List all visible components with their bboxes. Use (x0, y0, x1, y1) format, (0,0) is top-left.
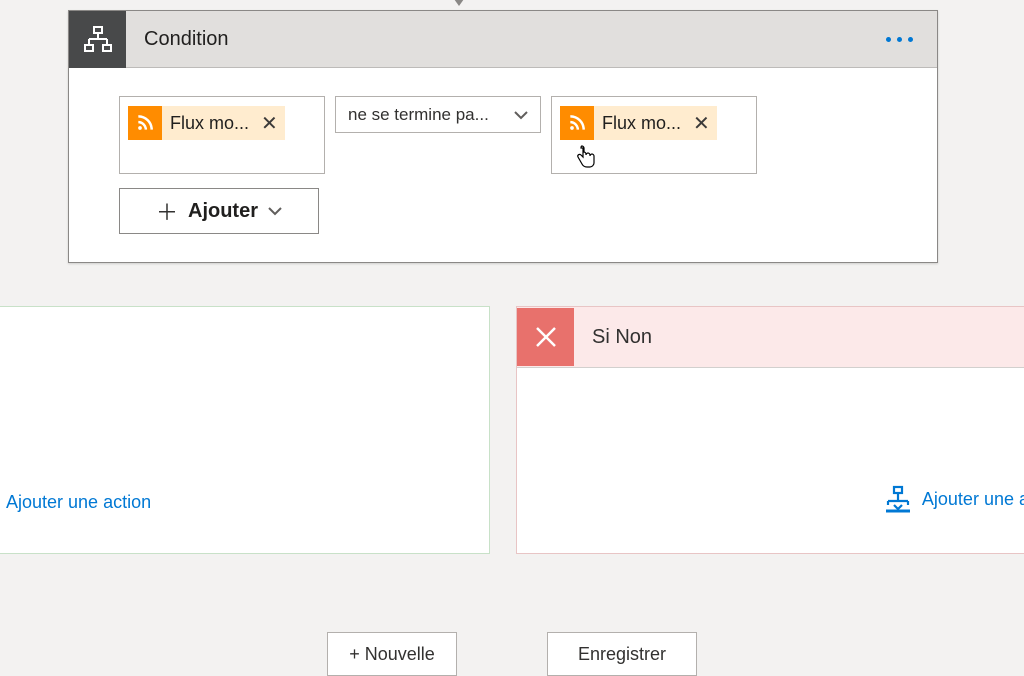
rss-icon (128, 106, 162, 140)
add-action-link-no[interactable]: Ajouter une actio (884, 485, 1024, 513)
operator-label: ne se termine pa... (348, 105, 489, 125)
chip-label: Flux mo... (602, 113, 681, 134)
dynamic-content-chip[interactable]: Flux mo... ✕ (128, 106, 285, 140)
dynamic-content-chip[interactable]: Flux mo... ✕ (560, 106, 717, 140)
if-no-header[interactable]: Si Non (517, 307, 1024, 367)
if-no-branch: Si Non Ajouter une actio (516, 306, 1024, 554)
add-action-label: Ajouter une action (6, 492, 151, 513)
add-action-icon (884, 485, 912, 513)
more-options-icon[interactable] (886, 37, 937, 42)
condition-operator-dropdown[interactable]: ne se termine pa... (335, 96, 541, 133)
rss-icon (560, 106, 594, 140)
condition-operand-2[interactable]: Flux mo... ✕ (551, 96, 757, 174)
add-action-label: Ajouter une actio (922, 489, 1024, 510)
add-action-link-yes[interactable]: Ajouter une action (6, 492, 151, 513)
condition-card: Condition Flux mo... ✕ ne se termine pa.… (68, 10, 938, 263)
close-icon (517, 308, 574, 366)
chip-label: Flux mo... (170, 113, 249, 134)
new-step-label: + Nouvelle (349, 644, 435, 665)
condition-body: Flux mo... ✕ ne se termine pa... Flux mo… (69, 68, 937, 262)
add-condition-button[interactable]: ＋ Ajouter (119, 188, 319, 234)
remove-chip-icon[interactable]: ✕ (693, 111, 710, 136)
remove-chip-icon[interactable]: ✕ (261, 111, 278, 136)
if-no-body: Ajouter une actio (517, 367, 1024, 553)
if-yes-branch: Ajouter une action (0, 306, 490, 554)
new-step-button[interactable]: + Nouvelle (327, 632, 457, 676)
plus-icon: ＋ (156, 195, 178, 227)
save-label: Enregistrer (578, 644, 666, 665)
chevron-down-icon (514, 110, 528, 120)
save-button[interactable]: Enregistrer (547, 632, 697, 676)
if-yes-body: Ajouter une action (0, 307, 489, 553)
chevron-down-icon (268, 206, 282, 216)
condition-icon (69, 11, 126, 68)
condition-title: Condition (126, 28, 886, 51)
add-label: Ajouter (188, 200, 258, 223)
condition-header[interactable]: Condition (69, 11, 937, 68)
if-no-title: Si Non (574, 326, 652, 349)
flow-arrow-down-icon (449, 0, 469, 6)
condition-operand-1[interactable]: Flux mo... ✕ (119, 96, 325, 174)
footer-toolbar: + Nouvelle Enregistrer (0, 632, 1024, 676)
